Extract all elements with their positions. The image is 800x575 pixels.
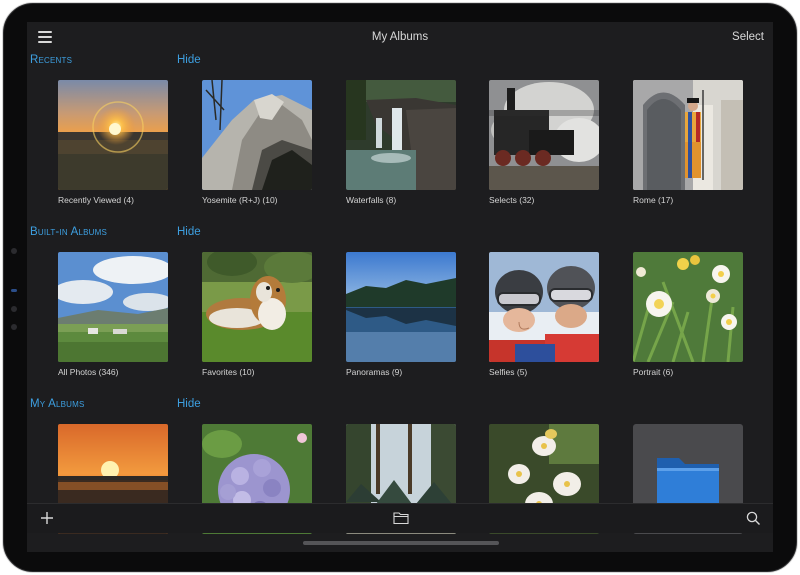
hide-my-albums-button[interactable]: Hide <box>177 398 201 410</box>
album-thumbnail <box>633 80 743 190</box>
album-yosemite[interactable]: Yosemite (R+J) (10) <box>202 80 312 205</box>
album-waterfalls[interactable]: Waterfalls (8) <box>346 80 456 205</box>
album-label: Selects (32) <box>489 195 535 205</box>
album-all-photos[interactable]: All Photos (346) <box>58 252 168 377</box>
album-label: Waterfalls (8) <box>346 195 397 205</box>
folder-icon[interactable] <box>393 511 409 530</box>
section-header-my-albums: My Albums Hide <box>30 398 770 414</box>
side-indicator <box>11 248 17 254</box>
album-thumbnail <box>346 252 456 362</box>
album-label: All Photos (346) <box>58 367 119 377</box>
album-thumbnail <box>202 80 312 190</box>
album-thumbnail <box>202 252 312 362</box>
album-thumbnail <box>58 80 168 190</box>
home-indicator[interactable] <box>303 541 499 545</box>
album-selects[interactable]: Selects (32) <box>489 80 599 205</box>
album-label: Portrait (6) <box>633 367 674 377</box>
album-label: Yosemite (R+J) (10) <box>202 195 278 205</box>
bottom-toolbar <box>27 503 773 533</box>
album-recently-viewed[interactable]: Recently Viewed (4) <box>58 80 168 205</box>
album-rome[interactable]: Rome (17) <box>633 80 743 205</box>
search-icon[interactable] <box>746 511 761 531</box>
page-title: My Albums <box>371 31 429 43</box>
plus-icon[interactable] <box>40 511 54 530</box>
section-title: My Albums <box>30 398 85 410</box>
navigation-bar: My Albums Select <box>27 22 773 52</box>
section-title: Built-in Albums <box>30 226 108 238</box>
album-thumbnail <box>58 252 168 362</box>
hide-builtin-button[interactable]: Hide <box>177 226 201 238</box>
album-label: Rome (17) <box>633 195 674 205</box>
album-favorites[interactable]: Favorites (10) <box>202 252 312 377</box>
section-header-builtin: Built-in Albums Hide <box>30 226 770 242</box>
section-header-recents: Recents Hide <box>30 54 770 70</box>
side-indicator-active <box>11 289 17 292</box>
album-selfies[interactable]: Selfies (5) <box>489 252 599 377</box>
select-button[interactable]: Select <box>732 31 764 43</box>
album-panoramas[interactable]: Panoramas (9) <box>346 252 456 377</box>
album-label: Panoramas (9) <box>346 367 403 377</box>
album-thumbnail <box>346 80 456 190</box>
section-title: Recents <box>30 54 73 66</box>
album-thumbnail <box>633 252 743 362</box>
album-thumbnail <box>489 252 599 362</box>
side-indicator <box>11 306 17 312</box>
album-label: Favorites (10) <box>202 367 255 377</box>
app-screen: My Albums Select Recents Hide Recently V… <box>27 22 773 552</box>
album-thumbnail <box>489 80 599 190</box>
album-portrait[interactable]: Portrait (6) <box>633 252 743 377</box>
hide-recents-button[interactable]: Hide <box>177 54 201 66</box>
album-label: Recently Viewed (4) <box>58 195 134 205</box>
side-indicator <box>11 324 17 330</box>
album-label: Selfies (5) <box>489 367 528 377</box>
